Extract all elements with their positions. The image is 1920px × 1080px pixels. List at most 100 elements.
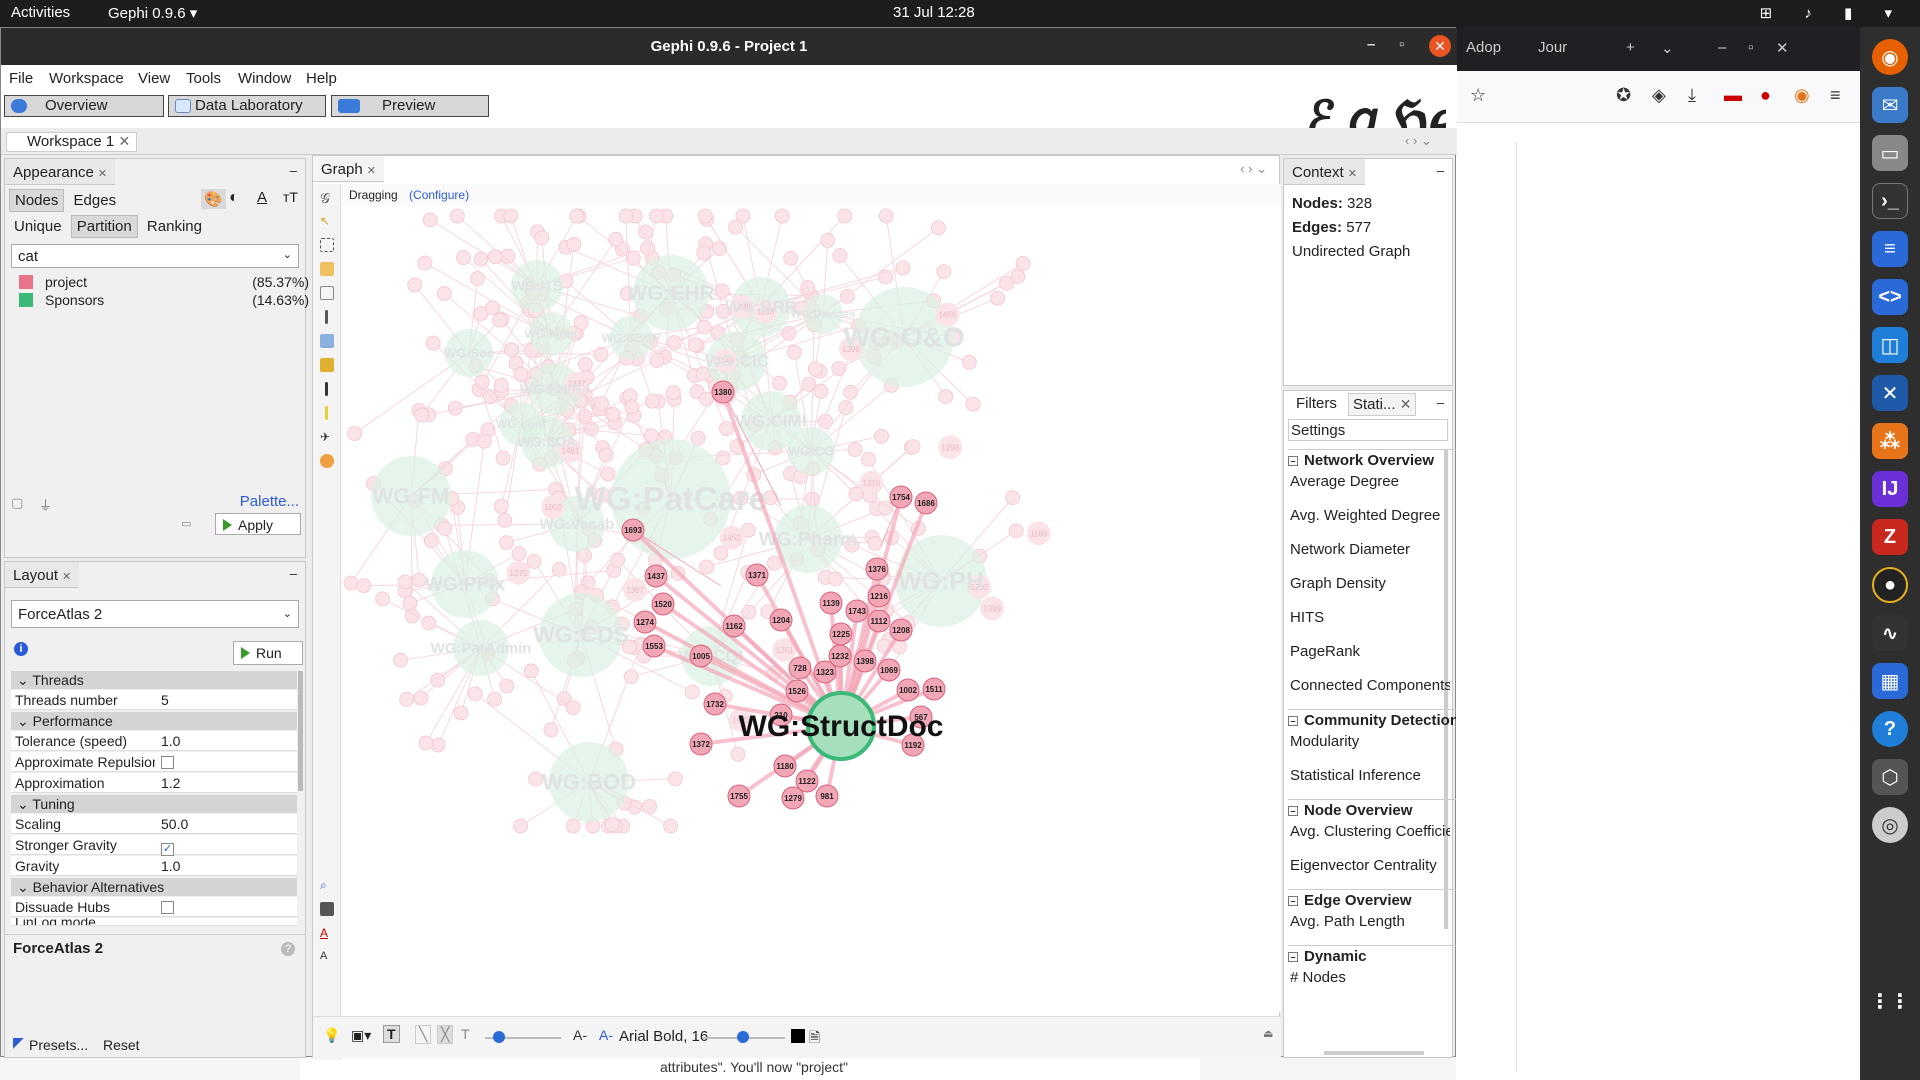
graph-node[interactable] [649, 353, 665, 368]
graph-node[interactable] [493, 378, 509, 393]
adblock-icon[interactable]: ● [1760, 85, 1771, 106]
extension-icon[interactable]: ◉ [1794, 85, 1810, 106]
behavior-group[interactable]: ⌄ Behavior Alternatives [11, 878, 297, 896]
community-detection-header[interactable]: – Community Detection [1288, 709, 1456, 729]
clock[interactable]: 31 Jul 12:28 [893, 4, 975, 21]
graph-node[interactable] [456, 250, 471, 266]
label-size-icon[interactable]: T [461, 1026, 470, 1042]
heat-map-icon[interactable] [320, 454, 334, 468]
graph-node[interactable] [402, 595, 418, 611]
edges-toggle[interactable]: Edges [68, 190, 122, 211]
close-icon[interactable]: ✕ [1400, 396, 1412, 412]
rect-select-icon[interactable] [320, 238, 334, 252]
thunderbird-icon[interactable]: ✉ [1872, 87, 1908, 123]
apply-button[interactable]: Apply [215, 513, 301, 535]
graph-node[interactable] [668, 771, 683, 787]
graph-node[interactable] [605, 406, 621, 422]
info-icon[interactable]: i [14, 642, 28, 656]
stat-connected-components[interactable]: Connected Components [1290, 677, 1450, 694]
filters-tab[interactable]: Filters [1296, 395, 1337, 412]
graph-node[interactable] [497, 512, 513, 528]
graph-node[interactable] [831, 361, 847, 376]
rhythmbox-icon[interactable]: ● [1872, 567, 1908, 603]
download-icon[interactable]: ⤓ [1688, 85, 1696, 106]
graph-node[interactable] [417, 255, 433, 271]
label-scale-slider[interactable] [703, 1031, 785, 1043]
graph-node[interactable] [453, 705, 469, 721]
label-attributes-icon[interactable]: 🗎 [809, 1027, 820, 1051]
layout-tab[interactable]: Layout ✕ [5, 562, 80, 588]
graph-node[interactable] [719, 421, 734, 437]
run-button[interactable]: Run [233, 641, 303, 665]
help-icon[interactable]: ? [1872, 711, 1908, 747]
graph-node[interactable] [418, 735, 434, 751]
graph-node[interactable] [665, 385, 681, 401]
stronger-gravity-checkbox[interactable]: ✓ [161, 843, 174, 856]
graph-node[interactable] [397, 574, 413, 590]
graph-node[interactable] [1008, 523, 1024, 539]
graph-node[interactable] [474, 374, 490, 390]
edge-icon[interactable]: ╲ [415, 1025, 432, 1044]
help-icon[interactable]: ? [281, 942, 295, 956]
graph-node[interactable] [347, 426, 363, 441]
light-bulb-icon[interactable]: 💡 [323, 1027, 340, 1044]
minimize-icon[interactable]: – [1437, 163, 1444, 178]
approx-repulsion-checkbox[interactable] [161, 756, 174, 769]
edge-scale-slider[interactable] [485, 1031, 561, 1043]
graph-node[interactable] [820, 232, 836, 248]
marker-icon[interactable] [325, 406, 328, 420]
system-monitor-icon[interactable]: ∿ [1872, 615, 1908, 651]
graph-node[interactable] [663, 818, 678, 834]
minimize-icon[interactable]: – [1367, 36, 1375, 53]
workspace-tab[interactable]: Workspace 1 ✕ [6, 132, 138, 152]
graph-node[interactable] [807, 361, 823, 377]
graph-node[interactable] [618, 208, 634, 224]
graph-node[interactable] [503, 208, 519, 224]
stat-network-diameter[interactable]: Network Diameter [1290, 541, 1450, 558]
node-overview-header[interactable]: – Node Overview [1288, 799, 1456, 819]
stat-eigenvector-centrality[interactable]: Eigenvector Centrality [1290, 857, 1450, 874]
paint-icon[interactable] [320, 334, 334, 348]
graph-node[interactable] [684, 684, 700, 700]
threads-number-row[interactable]: Threads number 5 [11, 690, 297, 710]
close-icon[interactable]: ✕ [1776, 39, 1789, 57]
horizontal-scrollbar[interactable] [1324, 1051, 1424, 1055]
graph-node[interactable] [936, 264, 952, 280]
minimize-icon[interactable]: – [290, 163, 297, 178]
filter-icon[interactable]: ⏚ [39, 495, 52, 514]
screenshot-icon[interactable] [320, 902, 334, 916]
color-brush-icon[interactable] [320, 358, 334, 372]
graph-node[interactable] [467, 686, 483, 702]
graph-node[interactable] [696, 319, 712, 335]
appearance-tab[interactable]: Appearance ✕ [5, 159, 116, 185]
graph-node[interactable] [487, 249, 503, 265]
color-swatch[interactable] [19, 275, 33, 289]
stat-graph-density[interactable]: Graph Density [1290, 575, 1450, 592]
graph-canvas[interactable]: 1481 1316 1420 1452 1390 1337 1293 1188 1050 1133… [341, 206, 1281, 1012]
menu-icon[interactable]: ≡ [1830, 85, 1841, 106]
font-color-icon[interactable]: A [320, 926, 334, 940]
graph-node[interactable] [687, 337, 703, 353]
graph-node[interactable] [832, 248, 848, 264]
edge-pencil-icon[interactable] [325, 382, 328, 396]
code-icon[interactable]: <> [1872, 279, 1908, 315]
threads-group[interactable]: ⌄ Threads [11, 671, 297, 689]
graph-node[interactable] [495, 450, 511, 466]
graph-node[interactable] [867, 536, 883, 551]
presets-button[interactable]: Presets... [29, 1037, 88, 1053]
close-icon[interactable]: ✕ [1429, 35, 1451, 57]
graph-node[interactable] [492, 312, 508, 328]
stat-clustering-coefficient[interactable]: Avg. Clustering Coefficient [1290, 823, 1450, 840]
graph-node[interactable] [730, 746, 746, 762]
graph-node[interactable] [624, 399, 640, 415]
zoom-icon[interactable]: ⌕ [320, 878, 334, 892]
graph-node[interactable] [422, 212, 438, 228]
graph-node[interactable] [425, 335, 441, 351]
graph-node[interactable] [772, 375, 787, 391]
graph-node[interactable] [640, 240, 656, 256]
graph-node[interactable] [577, 356, 593, 372]
settings-button[interactable]: Settings [1288, 419, 1448, 441]
graph-node[interactable] [690, 430, 706, 446]
graph-node[interactable] [843, 384, 858, 400]
graph-node[interactable] [878, 208, 894, 224]
